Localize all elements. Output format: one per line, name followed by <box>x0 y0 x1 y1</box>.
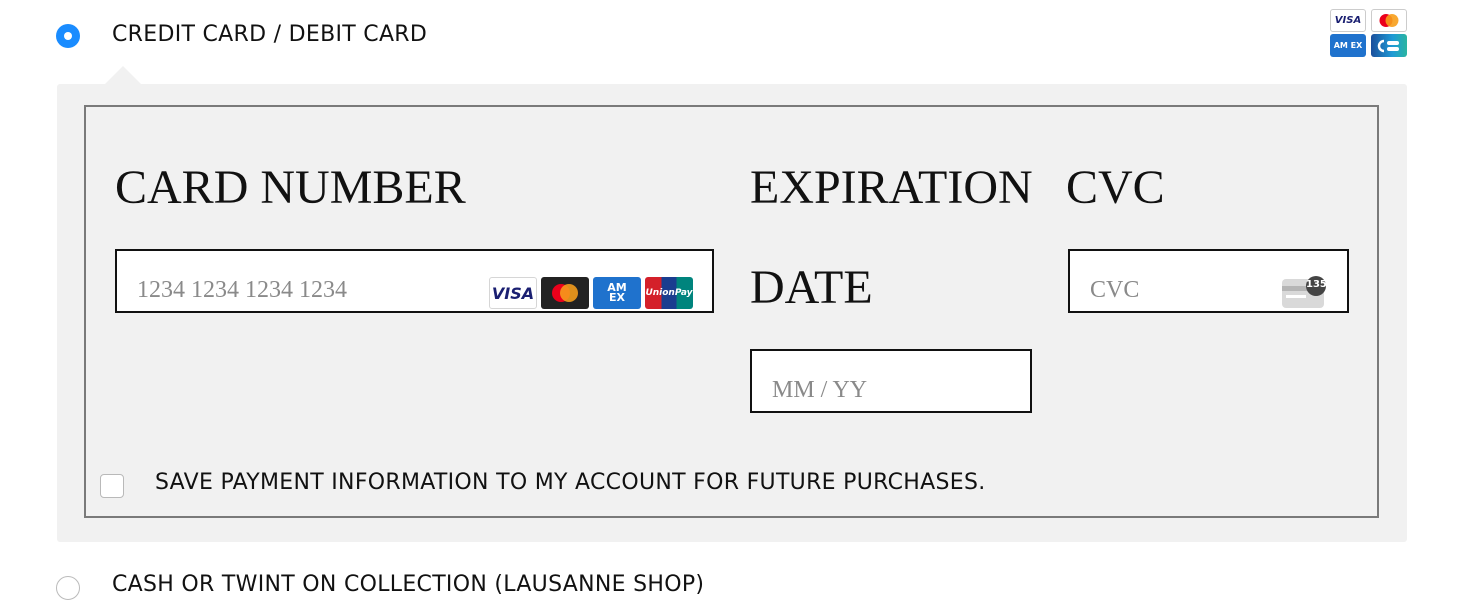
unionpay-icon: UnionPay <box>645 277 693 309</box>
panel-pointer <box>105 66 141 84</box>
cvc-card-icon: 135 <box>1282 276 1328 310</box>
cvc-label: CVC <box>1066 161 1165 214</box>
mastercard-badge-icon <box>1371 9 1407 32</box>
card-payment-radio[interactable] <box>56 24 80 48</box>
card-payment-label[interactable]: CREDIT CARD / DEBIT CARD <box>112 22 427 47</box>
cvc-badge-text: 135 <box>1306 279 1327 290</box>
cash-payment-label[interactable]: CASH OR TWINT ON COLLECTION (LAUSANNE SH… <box>112 572 704 597</box>
amex-text-bottom: EX <box>609 291 625 304</box>
save-payment-checkbox[interactable] <box>100 474 124 498</box>
radio-dot <box>64 32 72 40</box>
mastercard-icon <box>541 277 589 309</box>
amex-icon: AM EX <box>593 277 641 309</box>
cartes-bancaires-badge-icon <box>1371 34 1407 57</box>
expiration-date-label: EXPIRATION DATE <box>750 161 1033 314</box>
cash-payment-radio[interactable] <box>56 576 80 600</box>
visa-badge-icon: VISA <box>1330 9 1366 32</box>
visa-icon: VISA <box>489 277 537 309</box>
expiration-date-input[interactable] <box>750 349 1032 413</box>
card-number-label: CARD NUMBER <box>115 161 466 214</box>
amex-badge-icon: AM EX <box>1330 34 1366 57</box>
save-payment-label[interactable]: SAVE PAYMENT INFORMATION TO MY ACCOUNT F… <box>155 470 986 495</box>
